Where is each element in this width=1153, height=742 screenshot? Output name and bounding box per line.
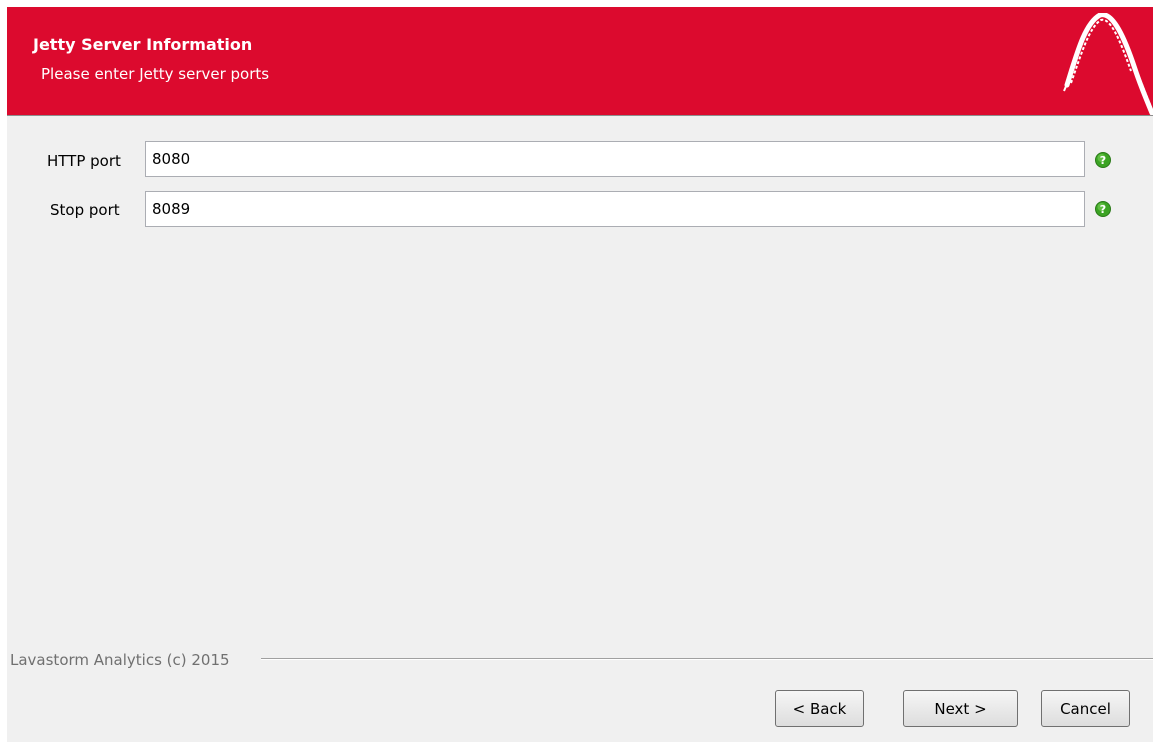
http-port-help-icon[interactable]: ? <box>1095 152 1111 168</box>
svg-text:?: ? <box>1100 154 1106 167</box>
cancel-button[interactable]: Cancel <box>1041 690 1130 727</box>
http-port-input[interactable] <box>145 141 1085 177</box>
page-subtitle: Please enter Jetty server ports <box>41 65 270 83</box>
stop-port-help-icon[interactable]: ? <box>1095 201 1111 217</box>
stop-port-label: Stop port <box>50 201 120 219</box>
back-button[interactable]: < Back <box>775 690 864 727</box>
next-button[interactable]: Next > <box>903 690 1018 727</box>
footer-divider <box>261 658 1153 660</box>
installer-window: Jetty Server Information Please enter Je… <box>7 7 1153 742</box>
header-banner: Jetty Server Information Please enter Je… <box>7 7 1153 116</box>
lavastorm-logo-icon <box>1063 13 1153 115</box>
copyright-label: Lavastorm Analytics (c) 2015 <box>10 651 232 669</box>
http-port-label: HTTP port <box>47 152 121 170</box>
stop-port-input[interactable] <box>145 191 1085 227</box>
page-title: Jetty Server Information <box>33 35 253 54</box>
svg-text:?: ? <box>1100 203 1106 216</box>
